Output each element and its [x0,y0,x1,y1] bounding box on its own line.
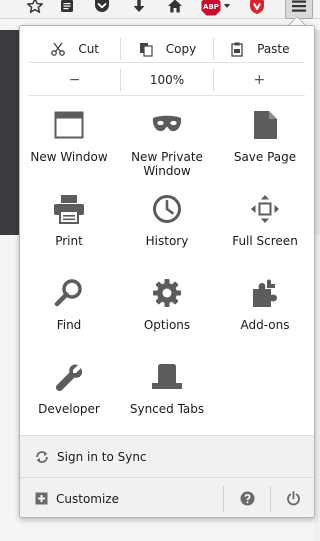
new-window-label: New Window [30,150,108,164]
cut-button[interactable]: Cut [29,38,120,60]
adblock-plus-icon[interactable]: ABP [198,0,232,18]
history-button[interactable]: History [118,192,216,276]
print-button[interactable]: Print [20,192,118,276]
fullscreen-icon [248,192,282,226]
help-button[interactable] [223,485,270,512]
paste-button[interactable]: Paste [212,37,305,60]
scissors-icon [51,42,66,56]
zoom-controls: − 100% + [29,66,305,94]
shield-extension-icon[interactable] [245,0,269,18]
customize-label: Customize [56,491,119,506]
save-page-icon [248,108,282,142]
history-label: History [145,234,189,248]
clock-icon [150,192,184,226]
add-ons-label: Add-ons [240,318,290,332]
download-icon[interactable] [127,0,151,18]
copy-icon [139,42,153,57]
menu-footer: Customize [20,477,314,517]
print-label: Print [55,234,83,248]
options-button[interactable]: Options [118,276,216,360]
options-label: Options [143,318,191,332]
customize-button[interactable]: Customize [20,478,223,517]
chevron-down-icon [223,4,230,8]
plus-square-icon [35,492,48,505]
developer-button[interactable]: Developer [20,360,118,444]
zoom-out-button[interactable]: − [29,69,120,91]
new-private-window-label: New Private Window [131,150,203,178]
main-menu-panel: Cut Copy Paste − 100% + New Window New P… [19,25,315,518]
hamburger-menu-button[interactable] [285,0,313,19]
pocket-icon[interactable] [90,0,114,18]
puzzle-icon [248,276,282,310]
find-button[interactable]: Find [20,276,118,360]
find-label: Find [56,318,82,332]
new-window-button[interactable]: New Window [20,108,118,192]
sign-in-to-sync-button[interactable]: Sign in to Sync [20,435,314,477]
developer-label: Developer [38,402,100,416]
window-icon [52,108,86,142]
reading-list-icon[interactable] [55,0,79,18]
full-screen-label: Full Screen [232,234,298,248]
page-content-background [0,30,19,235]
help-icon [240,491,254,506]
quit-button[interactable] [270,485,314,512]
add-ons-button[interactable]: Add-ons [216,276,314,360]
menu-grid: New Window New Private Window Save Page … [20,108,314,444]
clipboard-icon [231,42,243,57]
synced-tabs-button[interactable]: Synced Tabs [118,360,216,444]
browser-toolbar: ABP [0,0,320,19]
sync-icon [36,450,48,463]
save-page-button[interactable]: Save Page [216,108,314,192]
home-icon[interactable] [163,0,187,18]
copy-button[interactable]: Copy [120,37,212,60]
sign-in-to-sync-label: Sign in to Sync [57,449,147,464]
power-icon [287,491,300,506]
save-page-label: Save Page [233,150,297,164]
edit-controls: Cut Copy Paste [29,35,305,63]
divider [29,95,305,96]
full-screen-button[interactable]: Full Screen [216,192,314,276]
magnifier-icon [52,276,86,310]
hamburger-menu-icon [292,0,306,12]
zoom-reset-button[interactable]: 100% [120,69,212,91]
printer-icon [52,192,86,226]
star-icon[interactable] [23,0,47,18]
synced-tabs-label: Synced Tabs [129,402,205,416]
zoom-in-button[interactable]: + [212,69,305,91]
cut-label: Cut [78,41,100,56]
synced-tabs-icon [150,360,184,394]
mask-icon [150,108,184,142]
paste-label: Paste [257,41,290,56]
wrench-icon [52,360,86,394]
abp-badge-text: ABP [203,3,219,11]
new-private-window-button[interactable]: New Private Window [118,108,216,192]
gear-icon [150,276,184,310]
copy-label: Copy [165,41,197,56]
